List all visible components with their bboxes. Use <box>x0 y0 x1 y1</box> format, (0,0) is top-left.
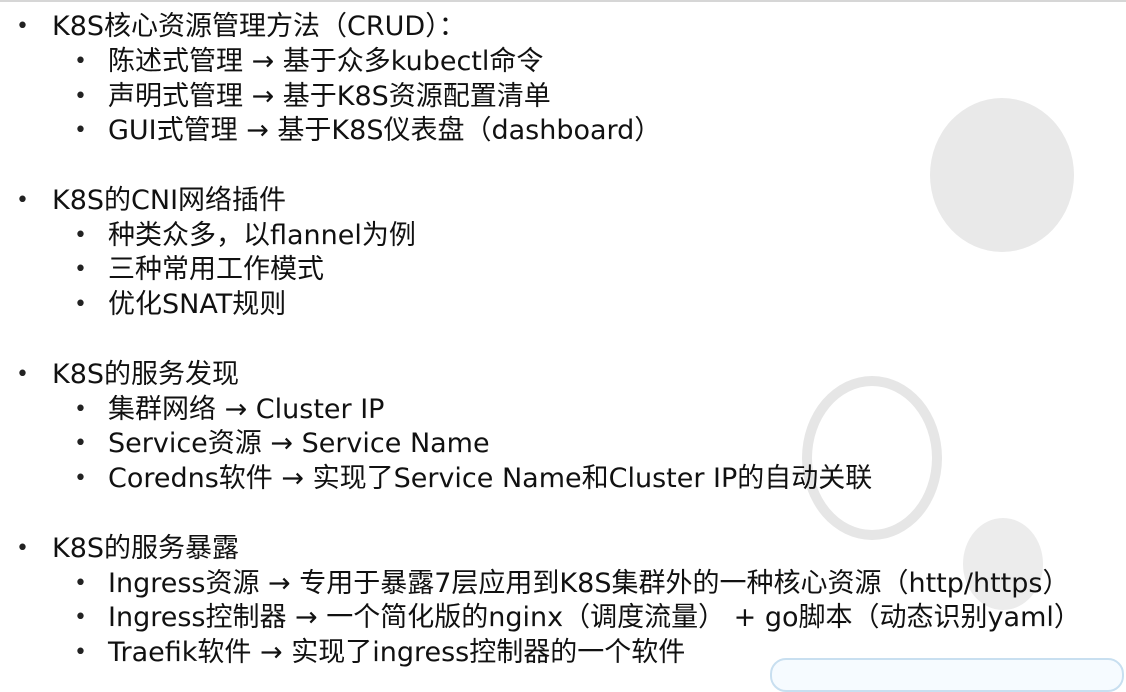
bullet: • <box>16 536 29 561</box>
bullet: • <box>74 431 87 456</box>
bullet: • <box>74 257 87 282</box>
bullet: • <box>74 466 87 491</box>
bullet: • <box>16 362 29 387</box>
list-item-text: 声明式管理 → 基于K8S资源配置清单 <box>108 81 551 112</box>
section-heading: • K8S核心资源管理方法（CRUD）： <box>16 10 466 44</box>
list-item: • Coredns软件 → 实现了Service Name和Cluster IP… <box>74 462 873 496</box>
bullet: • <box>74 118 87 143</box>
list-item: • 优化SNAT规则 <box>74 288 287 322</box>
bullet: • <box>74 397 87 422</box>
list-item-text: Ingress资源 → 专用于暴露7层应用到K8S集群外的一种核心资源（http… <box>108 568 1070 599</box>
section-heading: • K8S的服务发现 <box>16 358 240 392</box>
bullet: • <box>74 605 87 630</box>
list-item: • GUI式管理 → 基于K8S仪表盘（dashboard） <box>74 114 662 148</box>
list-item-text: GUI式管理 → 基于K8S仪表盘（dashboard） <box>108 115 662 146</box>
section-heading: • K8S的服务暴露 <box>16 532 240 566</box>
list-item-text: 陈述式管理 → 基于众多kubectl命令 <box>108 46 544 77</box>
list-item: • 声明式管理 → 基于K8S资源配置清单 <box>74 80 551 114</box>
list-item: • Ingress资源 → 专用于暴露7层应用到K8S集群外的一种核心资源（ht… <box>74 567 1070 601</box>
bullet: • <box>74 49 87 74</box>
list-item: • 集群网络 → Cluster IP <box>74 393 385 427</box>
list-item-text: Coredns软件 → 实现了Service Name和Cluster IP的自… <box>108 463 873 494</box>
slide-content: • K8S核心资源管理方法（CRUD）： • 陈述式管理 → 基于众多kubec… <box>0 0 1126 668</box>
bullet: • <box>74 292 87 317</box>
bullet: • <box>74 84 87 109</box>
bullet: • <box>16 14 29 39</box>
section-heading-text: K8S的CNI网络插件 <box>52 185 287 216</box>
section-heading: • K8S的CNI网络插件 <box>16 184 287 218</box>
bullet: • <box>74 223 87 248</box>
list-item-text: 集群网络 → Cluster IP <box>108 394 385 425</box>
list-item: • 种类众多，以flannel为例 <box>74 219 416 253</box>
section-heading-text: K8S的服务暴露 <box>52 533 240 564</box>
section-heading-text: K8S核心资源管理方法（CRUD）： <box>52 11 466 42</box>
list-item-text: 优化SNAT规则 <box>108 289 287 320</box>
list-item-text: Ingress控制器 → 一个简化版的nginx（调度流量） + go脚本（动态… <box>108 602 1081 633</box>
list-item-text: 种类众多，以flannel为例 <box>108 220 416 251</box>
list-item-text: Service资源 → Service Name <box>108 428 490 459</box>
bullet: • <box>16 188 29 213</box>
list-item: • 陈述式管理 → 基于众多kubectl命令 <box>74 45 544 79</box>
list-item: • 三种常用工作模式 <box>74 253 324 287</box>
section-heading-text: K8S的服务发现 <box>52 359 240 390</box>
bullet: • <box>74 571 87 596</box>
list-item: • Ingress控制器 → 一个简化版的nginx（调度流量） + go脚本（… <box>74 601 1081 635</box>
list-item-text: 三种常用工作模式 <box>108 254 324 285</box>
list-item: • Service资源 → Service Name <box>74 427 490 461</box>
